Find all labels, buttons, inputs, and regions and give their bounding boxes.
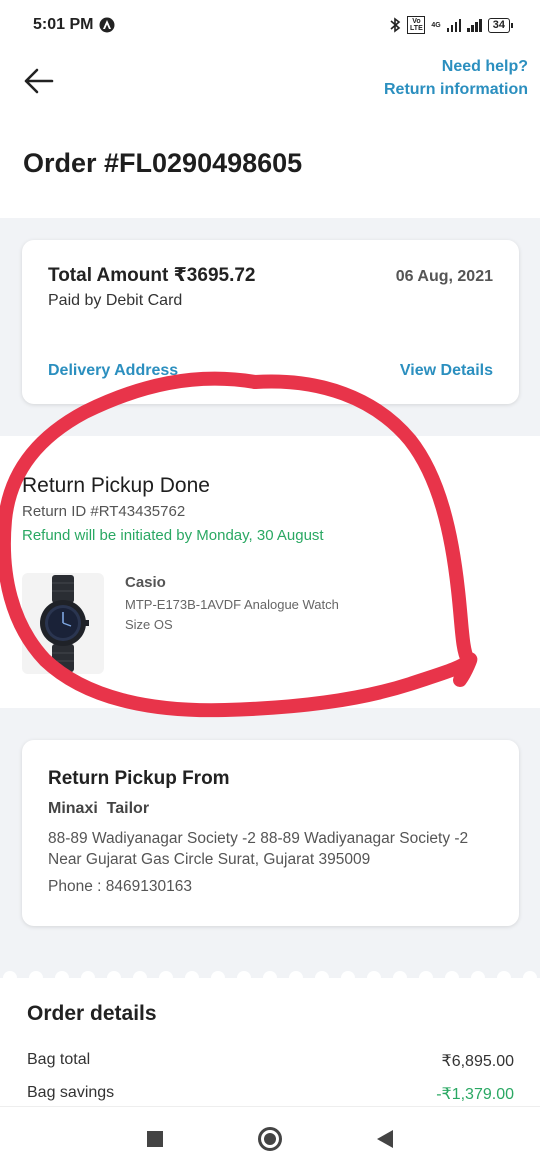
- network-type-label: 4G: [431, 21, 441, 29]
- bag-savings-value: -₹1,379.00: [436, 1086, 514, 1103]
- home-dot-icon: [263, 1132, 276, 1145]
- pickup-name: Minaxi Tailor: [48, 800, 150, 817]
- watch-image-icon: [40, 575, 89, 672]
- product-size: Size OS: [125, 617, 173, 632]
- battery-icon: 34: [487, 17, 514, 33]
- system-nav-bar: [0, 1106, 540, 1170]
- signal-icon-2: [467, 18, 482, 32]
- view-details-link[interactable]: View Details: [400, 362, 493, 380]
- order-details-title: Order details: [27, 1002, 157, 1025]
- signal-icon-1: [446, 18, 462, 32]
- total-amount: Total Amount ₹3695.72: [48, 265, 256, 286]
- recent-apps-button[interactable]: [147, 1130, 164, 1147]
- pickup-title: Return Pickup From: [48, 768, 230, 789]
- payment-method: Paid by Debit Card: [48, 292, 183, 309]
- order-title: Order #FL0290498605: [23, 148, 303, 178]
- header: Need help? Return information: [0, 50, 540, 130]
- need-help-link[interactable]: Need help?: [442, 58, 528, 76]
- pickup-address-card: Return Pickup From Minaxi Tailor 88-89 W…: [22, 740, 519, 926]
- order-date: 06 Aug, 2021: [395, 268, 493, 285]
- product-image[interactable]: [22, 573, 104, 674]
- system-back-button[interactable]: [376, 1129, 393, 1148]
- bag-total-row: Bag total ₹6,895.00: [27, 1051, 514, 1071]
- app-notification-icon: [99, 17, 115, 33]
- scallop-divider: [0, 964, 540, 978]
- return-information-link[interactable]: Return information: [384, 81, 528, 99]
- product-name: MTP-E173B-1AVDF Analogue Watch: [125, 597, 339, 612]
- return-status-section: Return Pickup Done Return ID #RT43435762…: [0, 436, 540, 708]
- volte-icon: Vo LTE: [407, 16, 426, 34]
- refund-note: Refund will be initiated by Monday, 30 A…: [22, 527, 324, 544]
- pickup-address: 88-89 Wadiyanagar Society -2 88-89 Wadiy…: [48, 830, 469, 868]
- product-brand: Casio: [125, 574, 166, 591]
- return-id: Return ID #RT43435762: [22, 503, 186, 520]
- delivery-address-link[interactable]: Delivery Address: [48, 362, 178, 380]
- pickup-phone: Phone : 8469130163: [48, 878, 192, 895]
- order-summary-card: Total Amount ₹3695.72 Paid by Debit Card…: [22, 240, 519, 404]
- return-status-title: Return Pickup Done: [22, 474, 210, 497]
- back-arrow-icon[interactable]: [22, 64, 56, 98]
- home-button[interactable]: [257, 1126, 282, 1151]
- bag-total-label: Bag total: [27, 1051, 91, 1068]
- bag-savings-row: Bag savings -₹1,379.00: [27, 1084, 514, 1104]
- status-time-group: 5:01 PM: [33, 16, 115, 34]
- status-time: 5:01 PM: [33, 16, 94, 33]
- status-icons: Vo LTE 4G 34: [389, 16, 514, 34]
- status-bar: 5:01 PM Vo LTE 4G 34: [0, 0, 540, 50]
- bag-total-value: ₹6,895.00: [441, 1053, 514, 1070]
- bag-savings-label: Bag savings: [27, 1084, 115, 1101]
- bluetooth-icon: [390, 17, 401, 33]
